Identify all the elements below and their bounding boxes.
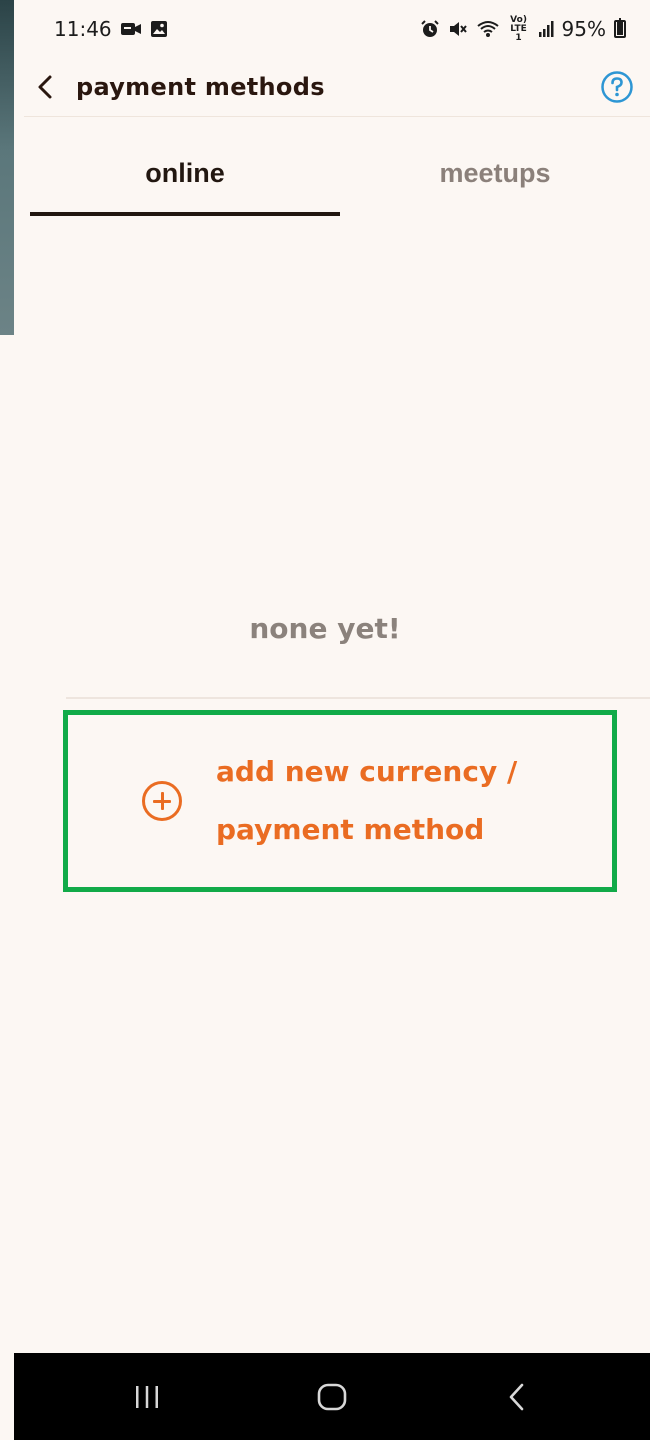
volte-lte-icon: Vo) LTE1 — [508, 14, 530, 43]
tab-bar: online meetups — [30, 138, 650, 218]
tab-online[interactable]: online — [30, 138, 340, 218]
header-divider — [24, 116, 650, 117]
help-button[interactable] — [600, 70, 634, 104]
video-call-icon — [120, 21, 142, 37]
tab-meetups[interactable]: meetups — [340, 138, 650, 218]
add-payment-method-button[interactable]: add new currency / payment method — [63, 710, 617, 892]
home-button[interactable] — [292, 1367, 372, 1427]
plus-circle-icon — [142, 781, 182, 821]
left-edge — [0, 335, 14, 1440]
status-bar: 11:46 Vo) LTE1 95% — [14, 0, 650, 58]
status-time: 11:46 — [54, 17, 112, 41]
empty-state-text: none yet! — [249, 612, 401, 645]
add-payment-method-label: add new currency / payment method — [216, 743, 517, 859]
recent-apps-icon — [135, 1385, 158, 1408]
network-label: Vo) LTE1 — [510, 14, 527, 43]
battery-percent: 95% — [561, 17, 606, 41]
back-icon — [510, 1383, 524, 1410]
mute-icon — [448, 19, 468, 39]
system-nav-bar — [14, 1353, 650, 1440]
system-back-button[interactable] — [477, 1367, 557, 1427]
background-app-strip — [0, 0, 14, 335]
home-icon — [317, 1383, 347, 1410]
status-left: 11:46 — [54, 17, 168, 41]
alarm-icon — [420, 19, 440, 39]
wifi-icon — [476, 20, 500, 38]
app-header: payment methods — [14, 58, 650, 116]
add-label-line2: payment method — [216, 813, 485, 846]
empty-state-divider — [66, 697, 650, 699]
page-title: payment methods — [76, 73, 325, 101]
image-icon — [150, 20, 168, 38]
add-label-line1: add new currency / — [216, 755, 518, 788]
back-button[interactable] — [28, 70, 62, 104]
recent-apps-button[interactable] — [107, 1367, 187, 1427]
battery-icon — [614, 18, 626, 38]
signal-icon — [538, 20, 554, 38]
chevron-left-icon — [38, 75, 52, 99]
help-circle-icon — [601, 71, 633, 103]
status-right: Vo) LTE1 95% — [420, 14, 626, 43]
